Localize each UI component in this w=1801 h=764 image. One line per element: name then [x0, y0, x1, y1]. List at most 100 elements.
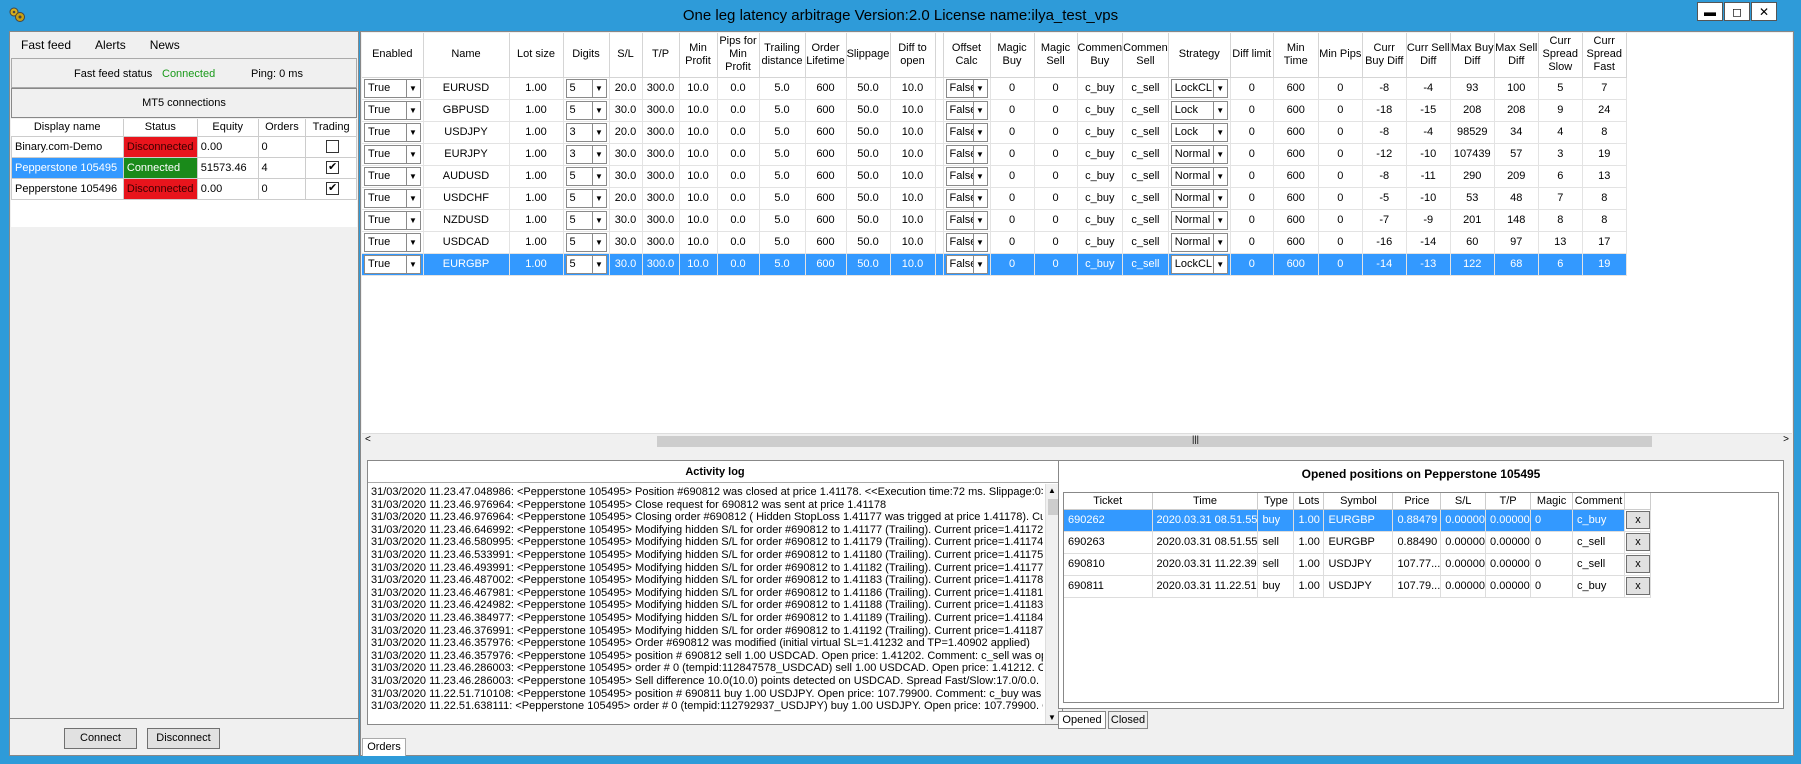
cell-lot[interactable]: 1.00: [509, 209, 564, 232]
cell-msd[interactable]: 209: [1494, 165, 1539, 188]
cell-mbd[interactable]: 107439: [1450, 143, 1495, 166]
digits-dropdown[interactable]: 3 ▼: [565, 144, 607, 164]
cell-trail[interactable]: 5.0: [759, 231, 806, 254]
strategy-dropdown[interactable]: Normal ▼: [1170, 232, 1228, 252]
cell-mbuy[interactable]: 0: [990, 77, 1035, 100]
cell-mbuy[interactable]: 0: [990, 209, 1035, 232]
cell-minpips[interactable]: 0: [1318, 77, 1363, 100]
cell-cbd[interactable]: -14: [1362, 253, 1407, 276]
cell-msd[interactable]: 34: [1494, 121, 1539, 144]
digits-dropdown[interactable]: 5 ▼: [565, 254, 607, 274]
grid-header-mbuy[interactable]: Magic Buy: [990, 33, 1035, 78]
offset-dropdown[interactable]: False ▼: [945, 144, 988, 164]
scroll-up-icon[interactable]: ▲: [1048, 486, 1056, 495]
cell-trail[interactable]: 5.0: [759, 165, 806, 188]
cell-csell[interactable]: c_sell: [1122, 99, 1169, 122]
cell-strategy[interactable]: Lock ▼: [1168, 99, 1231, 122]
cell-msell[interactable]: 0: [1034, 143, 1078, 166]
enabled-dropdown[interactable]: True ▼: [364, 210, 421, 230]
cell-css[interactable]: 6: [1538, 165, 1583, 188]
chevron-down-icon[interactable]: ▼: [1212, 167, 1227, 185]
cell-csf[interactable]: 8: [1582, 187, 1627, 210]
digits-dropdown[interactable]: 5 ▼: [565, 210, 607, 230]
cell-msd[interactable]: 208: [1494, 99, 1539, 122]
trading-checkbox[interactable]: ✔: [326, 182, 340, 195]
cell-trail[interactable]: 5.0: [759, 253, 806, 276]
cell-css[interactable]: 4: [1538, 121, 1583, 144]
cell-pips[interactable]: 0.0: [717, 231, 760, 254]
cell-diff[interactable]: 10.0: [890, 253, 936, 276]
cell-lot[interactable]: 1.00: [509, 187, 564, 210]
cell-csell[interactable]: c_sell: [1122, 121, 1169, 144]
chevron-down-icon[interactable]: ▼: [1212, 189, 1227, 207]
cell-life[interactable]: 600: [805, 209, 847, 232]
cell-csell[interactable]: c_sell: [1122, 253, 1169, 276]
grid-header-mbd[interactable]: Max Buy Diff: [1450, 33, 1495, 78]
cell-msell[interactable]: 0: [1034, 231, 1078, 254]
grid-row[interactable]: True ▼ EURJPY 1.00 3 ▼ 30.0 300.0 10.0 0.0 5.0 600 5…: [362, 143, 1627, 166]
chevron-down-icon[interactable]: ▼: [591, 211, 606, 229]
cell-cbuy[interactable]: c_buy: [1077, 165, 1124, 188]
enabled-dropdown[interactable]: True ▼: [364, 122, 421, 142]
strategy-dropdown[interactable]: Normal ▼: [1170, 166, 1228, 186]
digits-dropdown[interactable]: 5 ▼: [565, 188, 607, 208]
cell-digits[interactable]: 5 ▼: [563, 253, 610, 276]
cell-pips[interactable]: 0.0: [717, 165, 760, 188]
grid-header-minp[interactable]: Min Profit: [679, 33, 718, 78]
cell-csd[interactable]: -15: [1406, 99, 1451, 122]
cell-sl[interactable]: 30.0: [609, 231, 643, 254]
strategy-dropdown[interactable]: Normal ▼: [1170, 144, 1228, 164]
cell-msd[interactable]: 48: [1494, 187, 1539, 210]
cell-name[interactable]: EURGBP: [423, 253, 510, 276]
cell-csf[interactable]: 19: [1582, 253, 1627, 276]
cell-mintime[interactable]: 600: [1273, 231, 1319, 254]
cell-name[interactable]: EURJPY: [423, 143, 510, 166]
positions-header-ticket[interactable]: Ticket: [1064, 493, 1153, 510]
cell-csf[interactable]: 8: [1582, 121, 1627, 144]
col-equity[interactable]: Equity: [197, 119, 259, 137]
cell-dlimit[interactable]: 0: [1230, 143, 1274, 166]
cell-cbd[interactable]: -8: [1362, 165, 1407, 188]
cell-minpips[interactable]: 0: [1318, 209, 1363, 232]
cell-lot[interactable]: 1.00: [509, 77, 564, 100]
cell-slip[interactable]: 50.0: [846, 121, 891, 144]
cell-diff[interactable]: 10.0: [890, 165, 936, 188]
cell-sl[interactable]: 20.0: [609, 187, 643, 210]
cell-cbuy[interactable]: c_buy: [1077, 99, 1124, 122]
scroll-thumb[interactable]: [657, 436, 1652, 447]
grid-header-slip[interactable]: Slippage: [846, 33, 891, 78]
account-name[interactable]: Pepperstone 105496: [11, 177, 124, 200]
chevron-down-icon[interactable]: ▼: [972, 79, 987, 97]
cell-digits[interactable]: 5 ▼: [563, 77, 610, 100]
cell-cbd[interactable]: -8: [1362, 77, 1407, 100]
positions-header-time[interactable]: Time: [1152, 493, 1259, 510]
cell-minpips[interactable]: 0: [1318, 121, 1363, 144]
cell-cbd[interactable]: -12: [1362, 143, 1407, 166]
chevron-down-icon[interactable]: ▼: [405, 123, 420, 141]
cell-cbuy[interactable]: c_buy: [1077, 253, 1124, 276]
cell-slip[interactable]: 50.0: [846, 231, 891, 254]
chevron-down-icon[interactable]: ▼: [1212, 123, 1227, 141]
cell-mintime[interactable]: 600: [1273, 165, 1319, 188]
cell-csd[interactable]: -4: [1406, 121, 1451, 144]
strategy-dropdown[interactable]: Normal ▼: [1170, 188, 1228, 208]
disconnect-button[interactable]: Disconnect: [147, 728, 220, 749]
chevron-down-icon[interactable]: ▼: [405, 189, 420, 207]
cell-trail[interactable]: 5.0: [759, 187, 806, 210]
grid-header-cbuy[interactable]: Commen Buy: [1077, 33, 1124, 78]
cell-minpips[interactable]: 0: [1318, 99, 1363, 122]
grid-header-csd[interactable]: Curr Sell Diff: [1406, 33, 1451, 78]
cell-cbd[interactable]: -16: [1362, 231, 1407, 254]
cell-minp[interactable]: 10.0: [679, 121, 718, 144]
close-position-button[interactable]: x: [1626, 555, 1650, 573]
cell-slip[interactable]: 50.0: [846, 77, 891, 100]
cell-digits[interactable]: 3 ▼: [563, 121, 610, 144]
cell-name[interactable]: EURUSD: [423, 77, 510, 100]
cell-trail[interactable]: 5.0: [759, 99, 806, 122]
cell-slip[interactable]: 50.0: [846, 99, 891, 122]
chevron-down-icon[interactable]: ▼: [1212, 255, 1227, 273]
cell-enabled[interactable]: True ▼: [362, 187, 424, 210]
positions-header-magic[interactable]: Magic: [1530, 493, 1574, 510]
cell-css[interactable]: 7: [1538, 187, 1583, 210]
grid-row[interactable]: True ▼ GBPUSD 1.00 5 ▼ 30.0 300.0 10.0 0.0 5.0 600 5…: [362, 99, 1627, 122]
